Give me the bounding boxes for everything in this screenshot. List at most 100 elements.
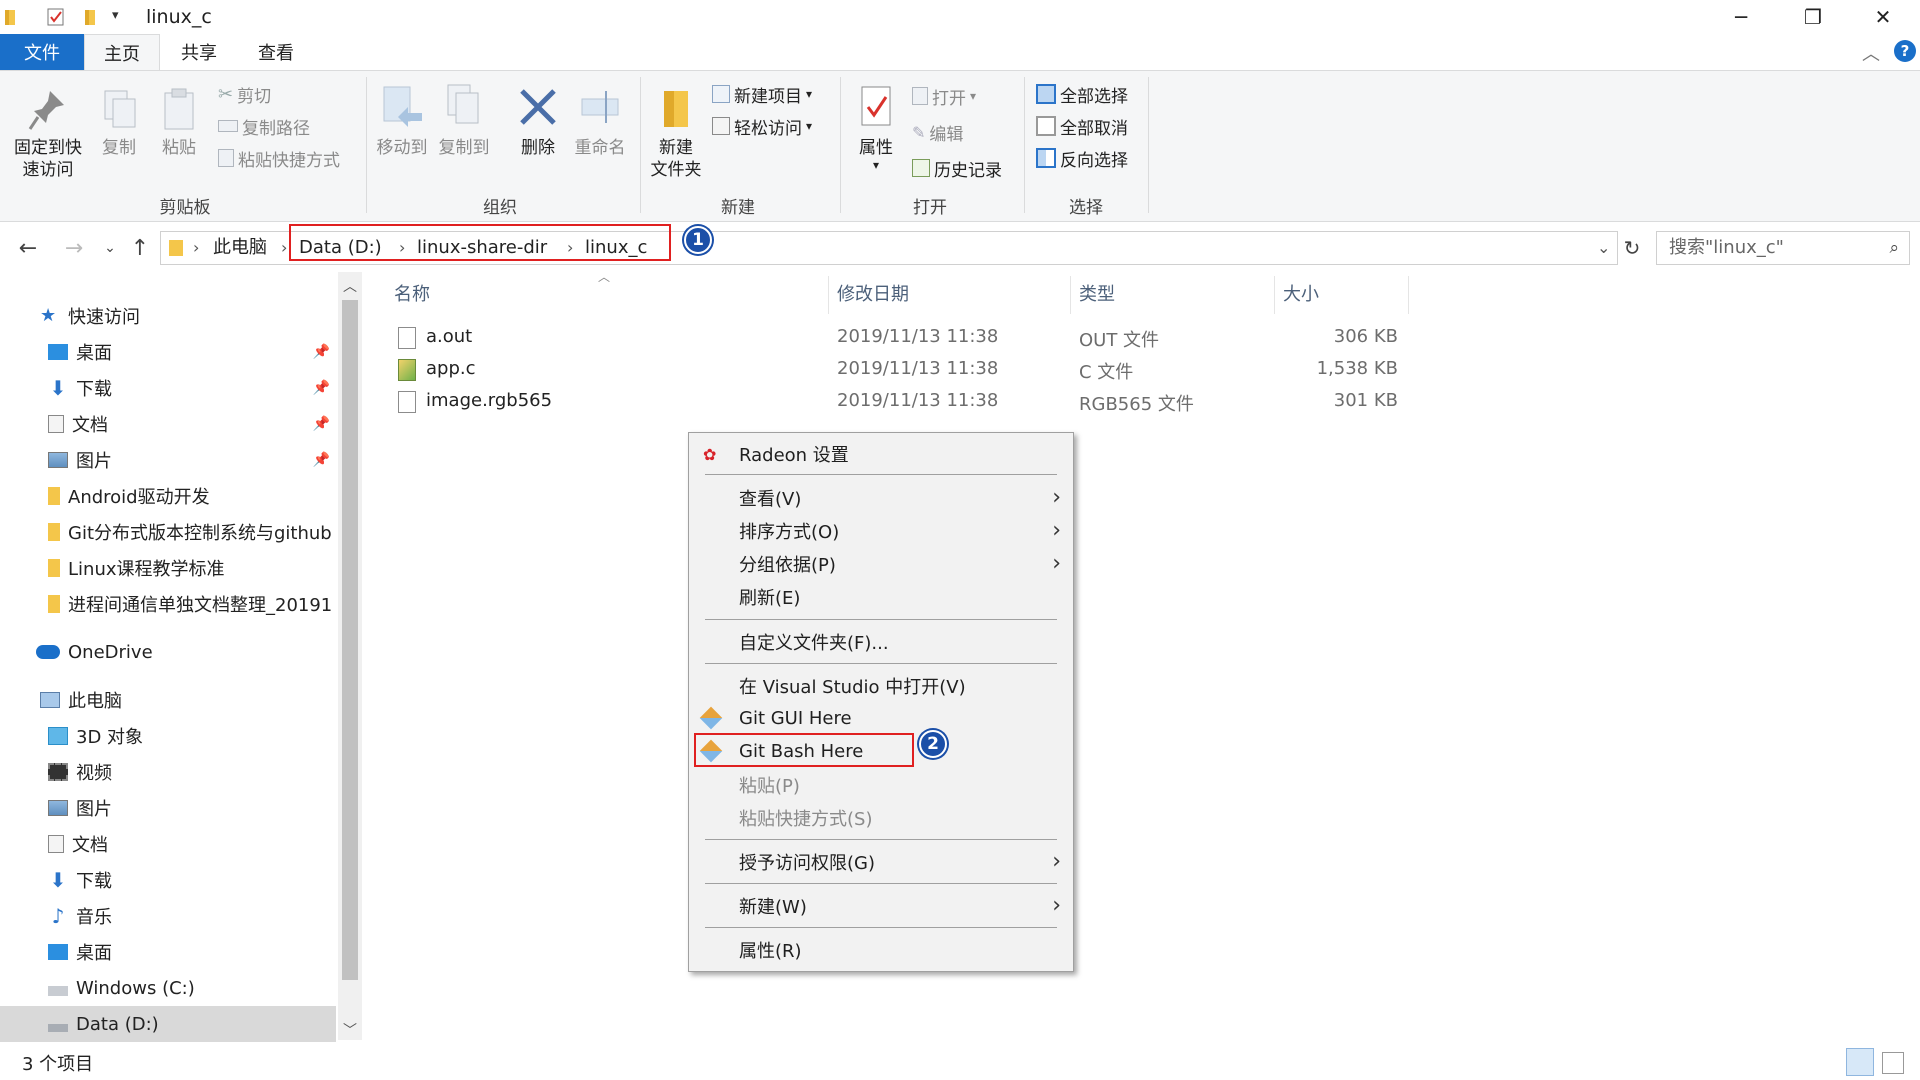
pin-quick-access-button[interactable]: 固定到快 速访问: [8, 87, 88, 181]
help-icon[interactable]: ?: [1894, 40, 1916, 62]
menu-item-group[interactable]: 分组依据(P) ›: [689, 547, 1073, 580]
column-header-name[interactable]: 名称: [394, 280, 430, 308]
tab-share[interactable]: 共享: [160, 34, 238, 70]
menu-item-refresh[interactable]: 刷新(E): [689, 580, 1073, 613]
column-separator[interactable]: [828, 276, 829, 314]
search-icon[interactable]: ⌕: [1889, 232, 1899, 264]
nav-folder-ipc[interactable]: 进程间通信单独文档整理_20191: [0, 586, 336, 622]
table-row[interactable]: image.rgb565 2019/11/13 11:38 RGB565 文件 …: [390, 386, 1410, 418]
copy-to-button[interactable]: 复制到: [434, 83, 494, 159]
edit-button[interactable]: ✎ 编辑: [912, 119, 963, 145]
nav-drive-d[interactable]: Data (D:): [0, 1006, 336, 1042]
select-none-label: 全部取消: [1060, 118, 1128, 139]
nav-pc-pictures[interactable]: 图片: [0, 790, 336, 826]
properties-button[interactable]: 属性 ▾: [846, 83, 906, 171]
pin-icon[interactable]: 📌: [313, 380, 330, 396]
nav-documents[interactable]: 文档 📌: [0, 406, 336, 442]
column-header-size[interactable]: 大小: [1283, 280, 1319, 308]
select-none-button[interactable]: 全部取消: [1036, 113, 1128, 139]
menu-item-customize[interactable]: 自定义文件夹(F)...: [689, 625, 1073, 658]
column-header-modified[interactable]: 修改日期: [837, 280, 909, 308]
menu-item-paste-shortcut[interactable]: 粘贴快捷方式(S): [689, 801, 1073, 834]
menu-item-radeon[interactable]: ✿ Radeon 设置: [689, 437, 1073, 470]
close-button[interactable]: ✕: [1848, 0, 1918, 34]
details-view-icon[interactable]: [1846, 1048, 1874, 1076]
nav-desktop[interactable]: 桌面 📌: [0, 334, 336, 370]
pin-icon[interactable]: 📌: [313, 416, 330, 432]
properties-check-icon[interactable]: [46, 7, 66, 27]
menu-item-open-visual-studio[interactable]: 在 Visual Studio 中打开(V): [689, 669, 1073, 702]
breadcrumb-this-pc[interactable]: 此电脑: [213, 232, 267, 264]
nav-3d-objects[interactable]: 3D 对象: [0, 718, 336, 754]
nav-pc-documents[interactable]: 文档: [0, 826, 336, 862]
breadcrumb-chevron[interactable]: ›: [193, 232, 199, 264]
column-separator[interactable]: [1274, 276, 1275, 314]
address-dropdown-icon[interactable]: ⌄: [1597, 232, 1610, 264]
table-row[interactable]: a.out 2019/11/13 11:38 OUT 文件 306 KB: [390, 322, 1410, 354]
paste-shortcut-button[interactable]: 粘贴快捷方式: [218, 145, 340, 171]
rename-button[interactable]: 重命名: [570, 83, 630, 159]
collapse-ribbon-icon[interactable]: ︿: [1862, 40, 1880, 66]
nav-pictures[interactable]: 图片 📌: [0, 442, 336, 478]
history-button[interactable]: 历史记录: [912, 155, 1002, 181]
select-all-button[interactable]: 全部选择: [1036, 81, 1128, 107]
cut-button[interactable]: ✂ 剪切: [218, 81, 271, 107]
column-separator[interactable]: [1408, 276, 1409, 314]
menu-item-paste[interactable]: 粘贴(P): [689, 768, 1073, 801]
forward-button[interactable]: →: [58, 231, 90, 265]
up-button[interactable]: ↑: [124, 231, 156, 265]
scroll-down-arrow-icon[interactable]: ﹀: [343, 1020, 357, 1040]
nav-this-pc[interactable]: 此电脑: [0, 682, 336, 718]
nav-drive-c[interactable]: Windows (C:): [0, 970, 336, 1006]
refresh-icon[interactable]: ↻: [1616, 231, 1648, 265]
minimize-button[interactable]: ─: [1706, 0, 1776, 34]
back-button[interactable]: ←: [12, 231, 44, 265]
menu-item-new[interactable]: 新建(W) ›: [689, 889, 1073, 922]
nav-quick-access[interactable]: ★ 快速访问: [0, 298, 336, 334]
nav-scrollbar-thumb[interactable]: [342, 300, 358, 980]
easy-access-button[interactable]: 轻松访问 ▾: [712, 113, 812, 139]
table-row[interactable]: app.c 2019/11/13 11:38 C 文件 1,538 KB: [390, 354, 1410, 386]
quick-access-dropdown-icon[interactable]: ▾: [112, 8, 119, 23]
new-folder-button[interactable]: 新建 文件夹: [646, 83, 706, 181]
move-to-button[interactable]: 移动到: [372, 83, 432, 159]
tab-home[interactable]: 主页: [84, 34, 160, 71]
menu-item-view[interactable]: 查看(V) ›: [689, 481, 1073, 514]
invert-selection-button[interactable]: 反向选择: [1036, 145, 1128, 171]
open-button[interactable]: 打开 ▾: [912, 83, 976, 109]
large-icons-view-icon[interactable]: [1882, 1052, 1904, 1074]
delete-button[interactable]: 删除: [510, 83, 566, 159]
nav-music[interactable]: ♪ 音乐: [0, 898, 336, 934]
menu-item-grant-access[interactable]: 授予访问权限(G) ›: [689, 845, 1073, 878]
menu-item-sort[interactable]: 排序方式(O) ›: [689, 514, 1073, 547]
tab-file[interactable]: 文件: [0, 34, 84, 70]
open-icon: [912, 87, 928, 105]
tab-view[interactable]: 查看: [238, 34, 314, 70]
column-separator[interactable]: [1070, 276, 1071, 314]
column-header-type[interactable]: 类型: [1079, 280, 1115, 308]
nav-folder-android[interactable]: Android驱动开发: [0, 478, 336, 514]
pin-icon[interactable]: 📌: [313, 344, 330, 360]
new-item-button[interactable]: 新建项目 ▾: [712, 81, 812, 107]
nav-pc-downloads-label: 下载: [76, 871, 112, 892]
cube-icon: [48, 727, 68, 745]
nav-videos[interactable]: 视频: [0, 754, 336, 790]
menu-item-git-gui[interactable]: Git GUI Here: [689, 702, 1073, 735]
nav-downloads[interactable]: ⬇ 下载 📌: [0, 370, 336, 406]
scroll-up-arrow-icon[interactable]: ︿: [343, 276, 357, 296]
nav-folder-git[interactable]: Git分布式版本控制系统与github: [0, 514, 336, 550]
menu-item-properties[interactable]: 属性(R): [689, 933, 1073, 966]
copy-button[interactable]: 复制: [94, 87, 144, 159]
maximize-button[interactable]: ❐: [1778, 0, 1848, 34]
paste-button[interactable]: 粘贴: [154, 87, 204, 159]
nav-pc-downloads[interactable]: ⬇ 下载: [0, 862, 336, 898]
pin-icon[interactable]: 📌: [313, 452, 330, 468]
breadcrumb-chevron[interactable]: ›: [281, 232, 287, 264]
search-input[interactable]: 搜索"linux_c" ⌕: [1656, 231, 1910, 265]
nav-pc-desktop[interactable]: 桌面: [0, 934, 336, 970]
new-folder-icon[interactable]: [82, 7, 102, 27]
recent-locations-button[interactable]: ⌄: [94, 231, 126, 265]
nav-onedrive[interactable]: OneDrive: [0, 634, 336, 670]
copy-path-button[interactable]: 复制路径: [218, 113, 310, 139]
nav-folder-linux[interactable]: Linux课程教学标准: [0, 550, 336, 586]
